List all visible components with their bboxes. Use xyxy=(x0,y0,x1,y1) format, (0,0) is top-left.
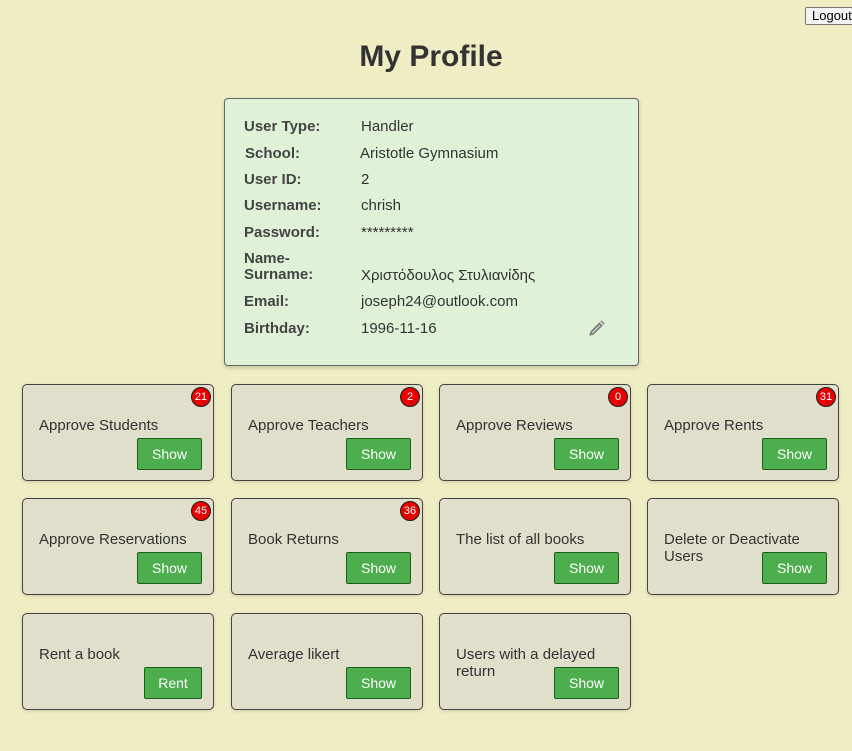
show-button[interactable]: Show xyxy=(137,552,202,584)
show-button[interactable]: Show xyxy=(762,552,827,584)
tile-delete-deactivate-users: Delete or Deactivate Users Show xyxy=(647,498,839,595)
tile-list-all-books: The list of all books Show xyxy=(439,498,631,595)
tile-approve-rents: 31 Approve Rents Show xyxy=(647,384,839,481)
count-badge: 36 xyxy=(400,501,420,521)
tile-label: Approve Students xyxy=(39,417,159,434)
field-label: School: xyxy=(245,145,300,162)
tile-approve-teachers: 2 Approve Teachers Show xyxy=(231,384,423,481)
tile-average-likert: Average likert Show xyxy=(231,613,423,710)
tile-label: Approve Reviews xyxy=(456,417,573,434)
tile-approve-students: 21 Approve Students Show xyxy=(22,384,214,481)
show-button[interactable]: Show xyxy=(762,438,827,470)
rent-button[interactable]: Rent xyxy=(144,667,202,699)
tile-approve-reservations: 45 Approve Reservations Show xyxy=(22,498,214,595)
field-label: Email: xyxy=(244,293,290,310)
tile-label: Approve Teachers xyxy=(248,417,369,434)
tile-label: Approve Reservations xyxy=(39,531,187,548)
tile-users-delayed-return: Users with a delayed return Show xyxy=(439,613,631,710)
field-value: Aristotle Gymnasium xyxy=(360,145,499,162)
field-value: Handler xyxy=(361,118,414,135)
show-button[interactable]: Show xyxy=(346,438,411,470)
count-badge: 31 xyxy=(816,387,836,407)
tile-label: The list of all books xyxy=(456,531,585,548)
tile-book-returns: 36 Book Returns Show xyxy=(231,498,423,595)
field-value: chrish xyxy=(361,197,402,214)
show-button[interactable]: Show xyxy=(346,552,411,584)
logout-button[interactable]: Logout xyxy=(805,7,852,25)
count-badge: 45 xyxy=(191,501,211,521)
count-badge: 0 xyxy=(608,387,628,407)
show-button[interactable]: Show xyxy=(554,552,619,584)
profile-card: User Type: Handler School: Aristotle Gym… xyxy=(224,98,639,366)
field-label: Username: xyxy=(244,197,322,214)
field-label: User ID: xyxy=(244,171,302,188)
field-value: joseph24@outlook.com xyxy=(361,293,518,310)
field-label: Name- Surname: xyxy=(244,250,314,283)
show-button[interactable]: Show xyxy=(554,667,619,699)
count-badge: 2 xyxy=(400,387,420,407)
show-button[interactable]: Show xyxy=(346,667,411,699)
field-value: 2 xyxy=(361,171,370,188)
count-badge: 21 xyxy=(191,387,211,407)
page-title: My Profile xyxy=(359,40,503,73)
tile-approve-reviews: 0 Approve Reviews Show xyxy=(439,384,631,481)
field-value: 1996-11-16 xyxy=(361,320,437,337)
tile-label: Book Returns xyxy=(248,531,339,548)
tile-label: Approve Rents xyxy=(664,417,764,434)
field-label: Birthday: xyxy=(244,320,310,337)
tile-label: Rent a book xyxy=(39,646,120,663)
field-label: User Type: xyxy=(244,118,321,135)
show-button[interactable]: Show xyxy=(554,438,619,470)
field-value: Χριστόδουλος Στυλιανίδης xyxy=(361,267,536,284)
pencil-icon[interactable] xyxy=(588,320,605,337)
tile-rent-a-book: Rent a book Rent xyxy=(22,613,214,710)
tile-label: Average likert xyxy=(248,646,340,663)
field-label: Password: xyxy=(244,224,320,241)
field-value: ********* xyxy=(361,224,414,241)
show-button[interactable]: Show xyxy=(137,438,202,470)
